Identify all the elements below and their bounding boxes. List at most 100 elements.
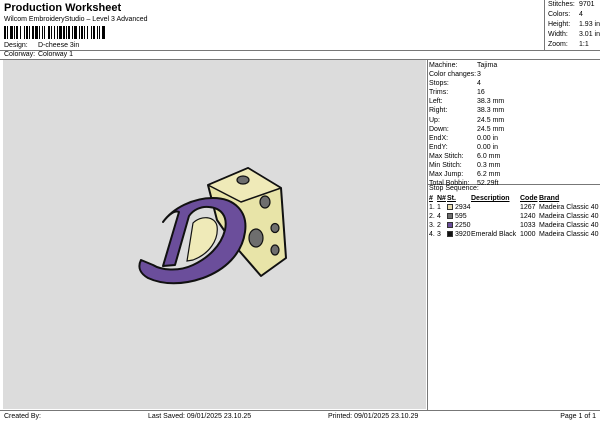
barcode-bar: [74, 26, 77, 39]
footer: Created By: Last Saved: 09/01/2025 23.10…: [0, 410, 600, 424]
cheese-hole: [270, 222, 280, 234]
color-swatch: [447, 213, 453, 219]
stop-row: 4. 3 3920 Emerald Black 1000 Madeira Classic …: [429, 230, 600, 239]
machine-value: 16: [477, 89, 485, 97]
machine-value: 24.5 mm: [477, 116, 505, 124]
barcode-bar: [32, 26, 34, 39]
color-swatch: [447, 231, 453, 237]
machine-value: 3: [477, 71, 481, 79]
machine-row: Min Stitch: 0.3 mm: [429, 161, 599, 170]
stat-label: Stitches:: [548, 1, 575, 8]
color-swatch: [447, 204, 453, 210]
barcode-bar: [68, 26, 70, 39]
machine-label: Color changes:: [429, 71, 477, 79]
header-divider: [0, 50, 600, 51]
barcode-bar: [7, 26, 8, 39]
needle-number: 3: [437, 231, 441, 238]
stitch-count: 595: [455, 213, 467, 220]
machine-info: Machine: Tajima Color changes: 3 Stops: 4 Trim…: [429, 61, 599, 188]
barcode-bar: [93, 26, 95, 39]
machine-label: Machine:: [429, 62, 458, 69]
barcode-bar: [39, 26, 40, 39]
barcode-bar: [24, 26, 25, 39]
design-preview[interactable]: [3, 60, 426, 409]
thread-code: 1000: [520, 231, 536, 238]
barcode-bar: [72, 26, 73, 39]
stat-zoom: Zoom: 1:1: [545, 40, 600, 50]
stat-value: 4: [579, 11, 583, 18]
stat-width: Width: 3.01 in: [545, 30, 600, 40]
machine-row: Left: 38.3 mm: [429, 97, 599, 106]
design-label: Design:: [4, 42, 28, 49]
production-worksheet: Production Worksheet Wilcom EmbroiderySt…: [0, 0, 600, 424]
printed-date: Printed: 09/01/2025 23.10.29: [328, 413, 419, 420]
barcode-bar: [79, 26, 80, 39]
stat-label: Width:: [548, 31, 568, 38]
stitch-count: 2250: [455, 222, 471, 229]
col-header-needle: N#: [437, 195, 446, 202]
machine-label: Min Stitch:: [429, 162, 462, 170]
design-row: Design: D-cheese 3in: [4, 41, 204, 50]
machine-value: 24.5 mm: [477, 125, 505, 133]
stat-value: 9701: [579, 1, 595, 8]
stop-sequence-table: # N# St. Description Code Brand 1. 1 2934 1…: [429, 194, 600, 239]
machine-row: Right: 38.3 mm: [429, 106, 599, 115]
barcode-bar: [4, 26, 6, 39]
stat-value: 1.93 in: [578, 21, 600, 28]
barcode-bar: [20, 26, 21, 39]
cheese-hole: [236, 175, 250, 185]
barcode-bar: [48, 26, 50, 39]
col-header-brand: Brand: [539, 195, 560, 202]
stop-number: 3.: [429, 222, 435, 229]
machine-label: EndX:: [429, 134, 449, 142]
barcode-bar: [54, 26, 55, 39]
machine-value: 6.2 mm: [477, 171, 501, 179]
thread-brand: Madeira Classic 40: [539, 213, 599, 220]
barcode-bar: [84, 26, 85, 39]
colorway-label: Colorway:: [4, 51, 36, 58]
machine-value: 52.29ft: [477, 180, 499, 188]
barcode-bar: [63, 26, 65, 39]
stitch-cell: 3920: [447, 230, 471, 239]
needle-number: 2: [437, 222, 441, 229]
panel-divider: [427, 59, 428, 410]
barcode-bar: [35, 26, 38, 39]
barcode-bar: [10, 26, 13, 39]
barcode-bar: [91, 26, 92, 39]
stitch-cell: 2934: [447, 203, 471, 212]
barcode-bar: [51, 26, 52, 39]
machine-value: 0.00 in: [477, 143, 499, 151]
col-header-num: #: [429, 195, 433, 202]
machine-value: 4: [477, 80, 481, 88]
barcode-bar: [42, 26, 43, 39]
barcode-bar: [59, 26, 62, 39]
machine-label: Stops:: [429, 80, 449, 88]
stat-height: Height: 1.93 in: [545, 20, 600, 30]
software-name: Wilcom EmbroideryStudio – Level 3 Advanc…: [4, 16, 148, 23]
colorway-value: Colorway 1: [38, 51, 74, 58]
thread-brand: Madeira Classic 40: [539, 231, 599, 238]
thread-code: 1240: [520, 213, 536, 220]
stat-label: Height:: [548, 21, 571, 28]
cheese-hole: [259, 195, 271, 209]
machine-label: Up:: [429, 116, 440, 124]
barcode-bar: [97, 26, 98, 39]
barcode-bar: [81, 26, 83, 39]
thread-code: 1267: [520, 204, 536, 211]
cheese-hole: [270, 244, 280, 256]
machine-row: Up: 24.5 mm: [429, 116, 599, 125]
thread-brand: Madeira Classic 40: [539, 204, 599, 211]
color-swatch: [447, 222, 453, 228]
col-header-description: Description: [471, 195, 510, 202]
col-header-stitches: St.: [447, 195, 456, 202]
barcode-bar: [14, 26, 15, 39]
machine-row: EndX: 0.00 in: [429, 134, 599, 143]
machine-label: Right:: [429, 107, 448, 115]
barcode-bar: [57, 26, 58, 39]
stop-number: 4.: [429, 231, 435, 238]
stat-colors: Colors: 4: [545, 10, 600, 20]
barcode: [4, 26, 105, 39]
needle-number: 1: [437, 204, 441, 211]
needle-number: 4: [437, 213, 441, 220]
machine-value: 0.3 mm: [477, 162, 501, 170]
